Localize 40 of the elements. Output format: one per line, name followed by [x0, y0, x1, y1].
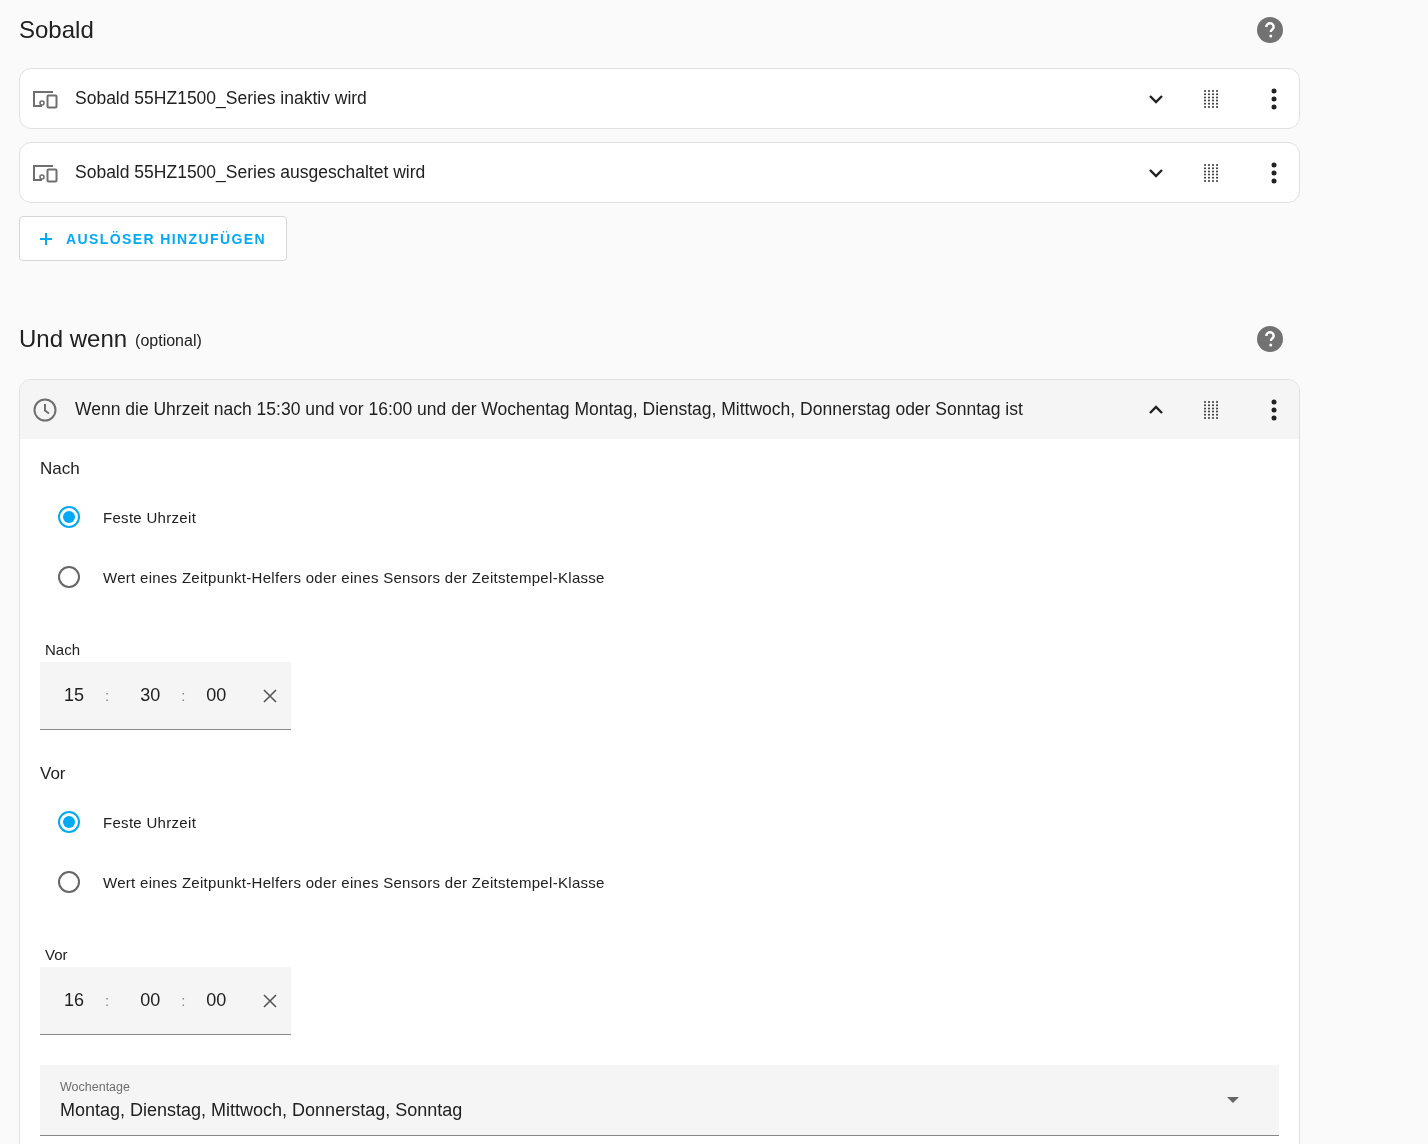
clock-icon	[31, 397, 59, 422]
plus-icon	[40, 232, 52, 245]
radio-label[interactable]: Wert eines Zeitpunkt-Helfers oder eines Sensors der Zeitstempel-Klasse	[103, 873, 605, 891]
radio-button[interactable]	[58, 506, 80, 528]
time-input-field[interactable]: 15 : 30 : 00	[40, 662, 291, 730]
condition-header[interactable]: Wenn die Uhrzeit nach 15:30 und vor 16:00 und der Wochentag Montag, Dienstag, Mittwoch, Donnerstag oder Sonntag ist	[20, 380, 1299, 439]
close-icon[interactable]	[263, 688, 277, 703]
drag-handle-icon[interactable]	[1204, 400, 1218, 419]
section-subtitle: (optional)	[135, 332, 202, 350]
radio-label[interactable]: Wert eines Zeitpunkt-Helfers oder eines Sensors der Zeitstempel-Klasse	[103, 568, 605, 586]
radio-button[interactable]	[58, 566, 80, 588]
close-icon[interactable]	[263, 993, 277, 1008]
section-title: Sobald	[19, 16, 94, 44]
radio-button[interactable]	[58, 871, 80, 893]
drag-handle-icon[interactable]	[1204, 163, 1218, 182]
radio-label[interactable]: Feste Uhrzeit	[103, 813, 197, 831]
trigger-header[interactable]: Sobald 55HZ1500_Series ausgeschaltet wird	[20, 143, 1299, 202]
chevron-down-icon[interactable]	[1148, 93, 1164, 104]
drag-handle-icon[interactable]	[1204, 89, 1218, 108]
radio-label[interactable]: Feste Uhrzeit	[103, 508, 197, 526]
weekdays-select-field[interactable]: Wochentage Montag, Dienstag, Mittwoch, Donnerstag, Sonntag	[40, 1065, 1279, 1136]
radio-button[interactable]	[58, 811, 80, 833]
help-icon[interactable]	[1257, 325, 1283, 352]
trigger-title: Sobald 55HZ1500_Series ausgeschaltet wird	[75, 162, 427, 183]
chevron-up-icon[interactable]	[1148, 404, 1164, 415]
field-label: Vor	[45, 946, 69, 963]
field-label: Nach	[45, 641, 82, 658]
group-heading: Nach	[40, 459, 81, 479]
help-icon[interactable]	[1257, 17, 1283, 43]
more-options-icon[interactable]	[1271, 161, 1277, 184]
condition-title: Wenn die Uhrzeit nach 15:30 und vor 16:00 und der Wochentag Montag, Dienstag, Mittwoch, Donnerstag oder Sonntag ist	[75, 399, 1024, 420]
trigger-header[interactable]: Sobald 55HZ1500_Series inaktiv wird	[20, 69, 1299, 128]
time-input-field[interactable]: 16 : 00 : 00	[40, 967, 291, 1035]
more-options-icon[interactable]	[1271, 87, 1277, 110]
group-heading: Vor	[40, 764, 67, 784]
trigger-title: Sobald 55HZ1500_Series inaktiv wird	[75, 88, 368, 109]
dropdown-caret-icon	[1227, 1097, 1239, 1103]
more-options-icon[interactable]	[1271, 398, 1277, 421]
section-title: Und wenn	[19, 324, 128, 353]
chevron-down-icon[interactable]	[1148, 167, 1164, 178]
